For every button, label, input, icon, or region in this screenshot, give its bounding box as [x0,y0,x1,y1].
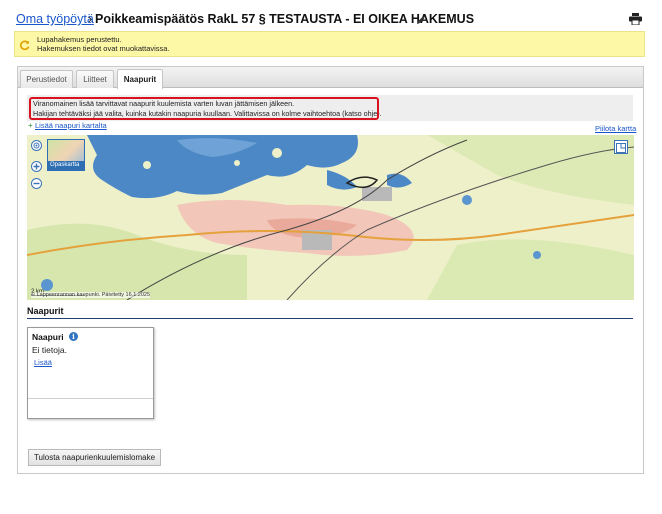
card-title: Naapuri [32,332,64,342]
add-icon: + [28,121,33,130]
section-divider [27,318,633,319]
refresh-icon [19,38,30,56]
hide-map-link[interactable]: Piilota kartta [595,124,636,133]
locate-icon[interactable] [31,140,42,151]
zoom-in-icon[interactable] [31,161,42,172]
fullscreen-icon[interactable] [614,140,628,154]
add-neighbor-link[interactable]: Lisää [34,358,52,367]
layer-switcher[interactable]: Opaskartta [47,139,85,171]
layer-label: Opaskartta [48,161,84,170]
map-view[interactable] [27,135,634,300]
map-canvas [27,135,634,300]
add-neighbor-from-map-link[interactable]: Lisää naapuri kartalta [35,121,107,130]
zoom-out-icon[interactable] [31,178,42,189]
highlight-box [29,97,379,120]
notice-line-2: Hakemuksen tiedot ovat muokattavissa. [37,44,170,53]
print-icon[interactable] [629,12,642,30]
tab-naapurit[interactable]: Naapurit [117,69,163,89]
print-hearing-form-button[interactable]: Tulosta naapurienkuulemislomake [28,449,161,466]
tab-liitteet[interactable]: Liitteet [76,70,114,88]
card-empty-text: Ei tietoja. [32,345,67,355]
map-attribution: © Lappeenrannan kaupunki. Päivitetty 16.… [31,292,151,298]
edit-title-icon[interactable] [416,12,426,30]
tab-perustiedot[interactable]: Perustiedot [20,70,73,88]
breadcrumb-separator: › [88,12,93,26]
notice-line-1: Lupahakemus perustettu. [37,35,122,44]
card-divider [28,398,153,399]
info-icon[interactable]: i [69,332,78,341]
breadcrumb-home-link[interactable]: Oma työpöytä [16,12,94,26]
section-title-naapurit: Naapurit [27,306,64,316]
